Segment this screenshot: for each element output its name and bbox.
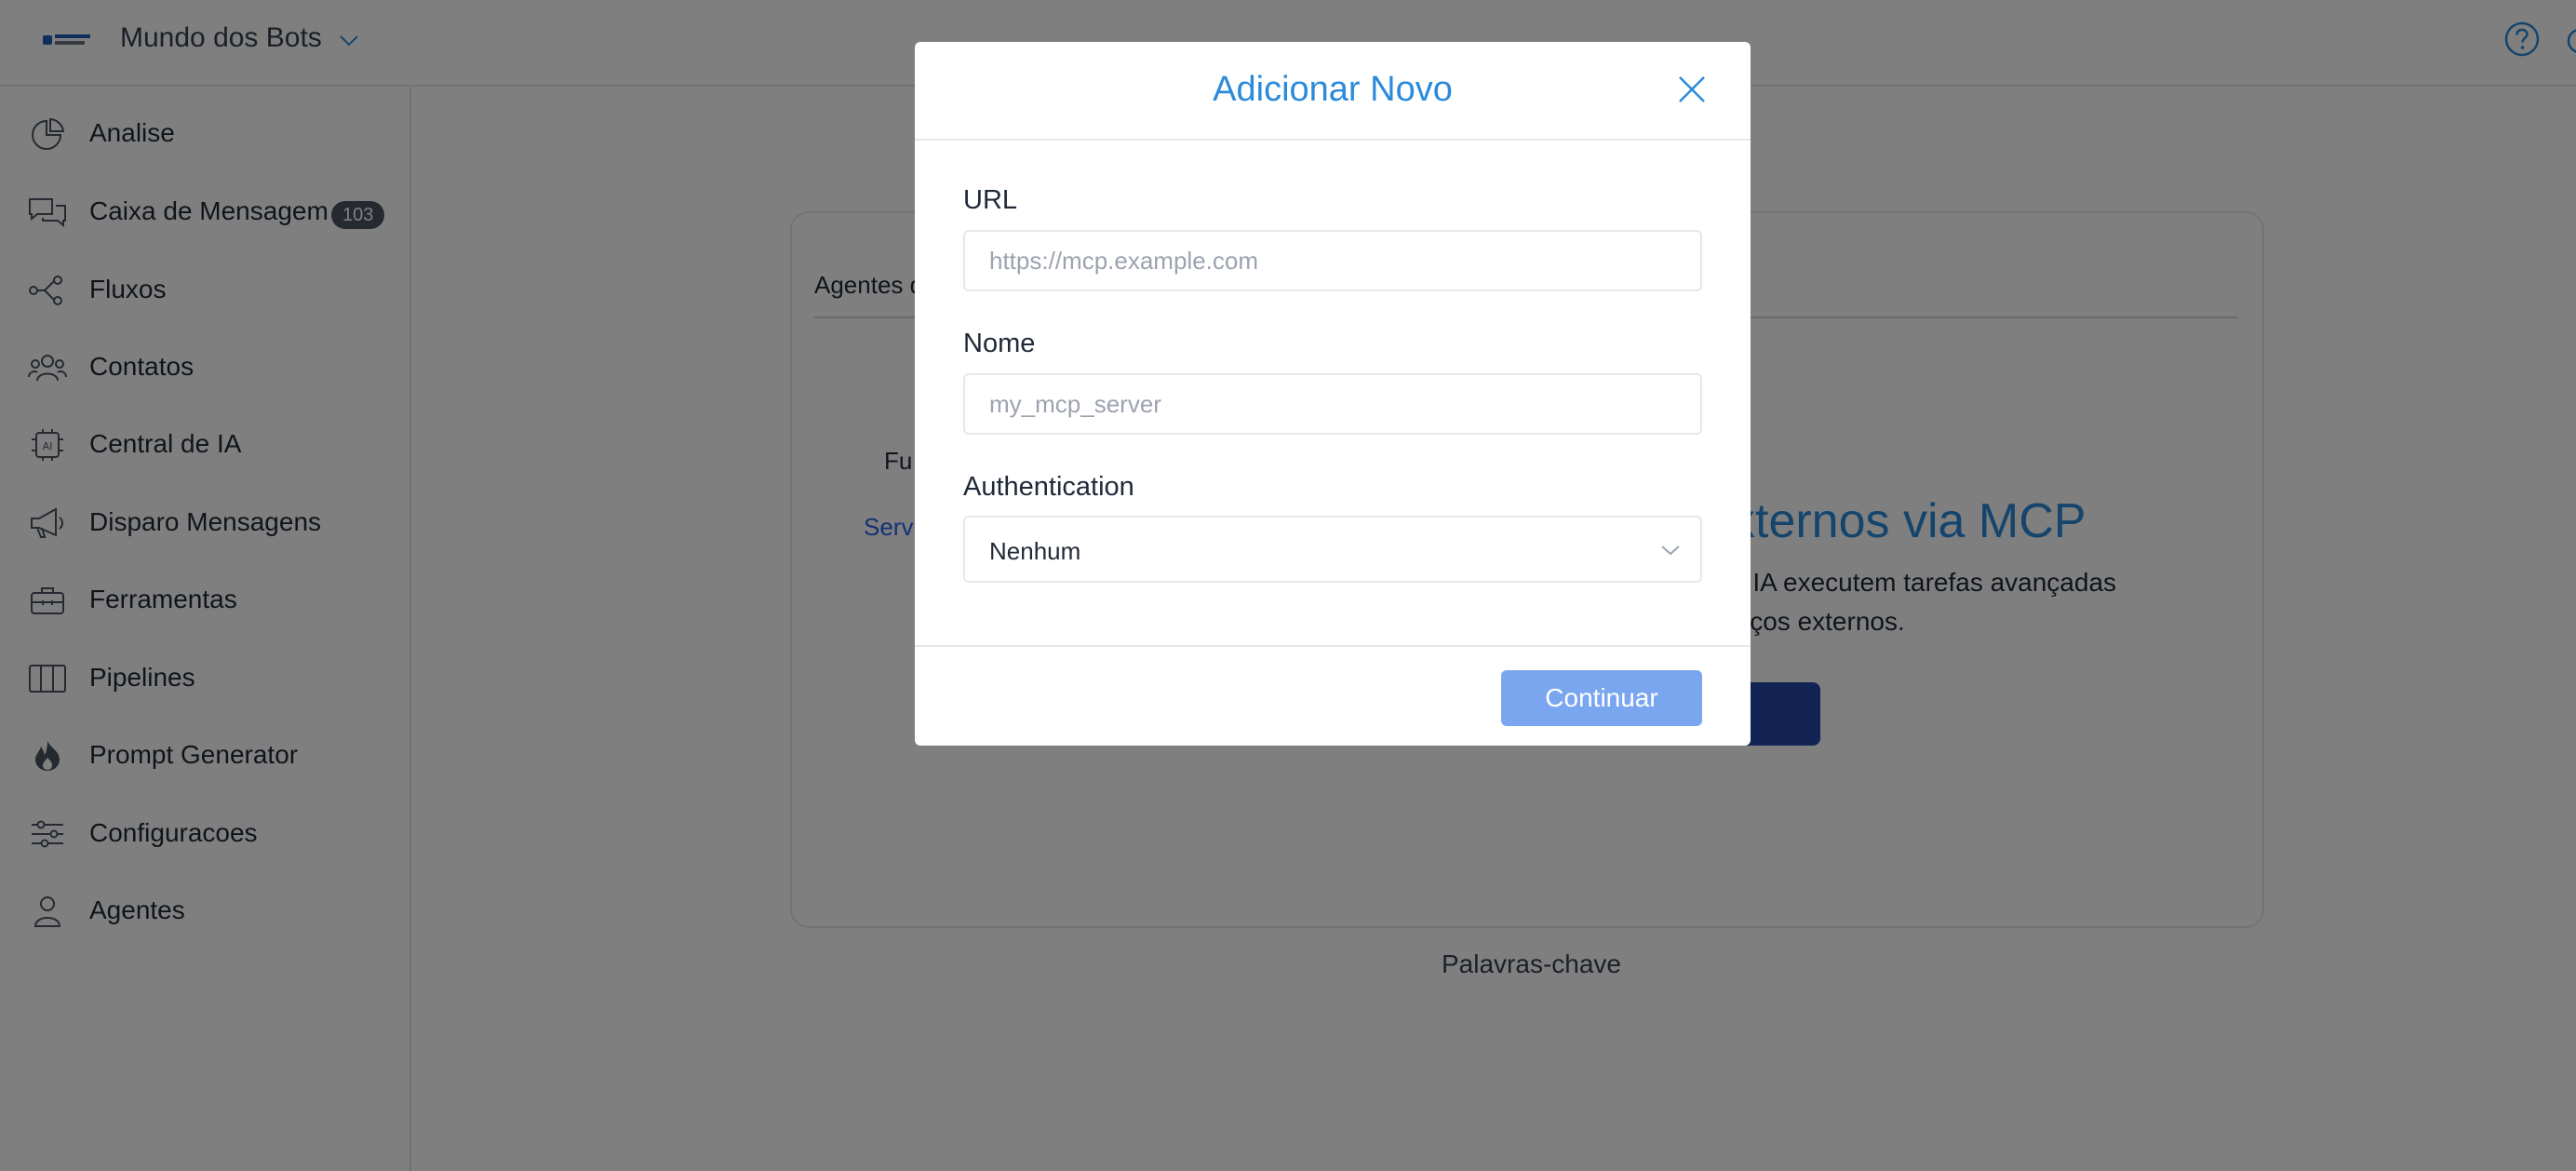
chevron-down-icon — [1661, 545, 1680, 556]
modal-footer: Continuar — [915, 645, 1751, 746]
modal-header: Adicionar Novo — [915, 42, 1751, 141]
continue-button[interactable]: Continuar — [1501, 670, 1702, 726]
add-new-modal: Adicionar Novo URL Nome Authentication N… — [915, 42, 1751, 746]
authentication-select[interactable]: Nenhum — [963, 516, 1702, 583]
authentication-label: Authentication — [963, 472, 1134, 502]
name-label: Nome — [963, 329, 1036, 358]
close-icon[interactable] — [1674, 72, 1710, 107]
name-input[interactable] — [963, 373, 1702, 435]
url-input[interactable] — [963, 230, 1702, 291]
authentication-selected-value: Nenhum — [989, 537, 1081, 565]
url-label: URL — [963, 185, 1018, 215]
modal-title: Adicionar Novo — [1213, 70, 1453, 109]
